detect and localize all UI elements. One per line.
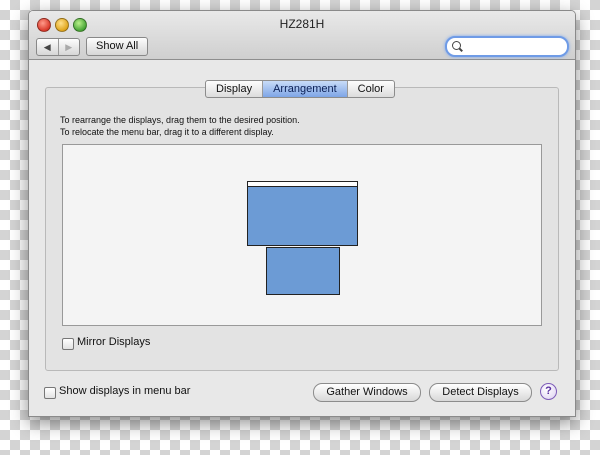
preferences-window: HZ281H ◀ ▶ Show All Display Arrangement … (28, 10, 576, 417)
mirror-displays-label: Mirror Displays (77, 336, 151, 348)
display-arrangement-area (62, 144, 542, 326)
tab-bar: Display Arrangement Color (205, 80, 395, 98)
gather-windows-button[interactable]: Gather Windows (313, 383, 421, 402)
show-displays-in-menu-bar-checkbox[interactable] (44, 387, 56, 399)
instructions: To rearrange the displays, drag them to … (60, 114, 300, 138)
tab-arrangement[interactable]: Arrangement (263, 81, 348, 97)
menu-bar-indicator[interactable] (248, 182, 357, 187)
show-displays-in-menu-bar-label: Show displays in menu bar (59, 385, 191, 397)
detect-displays-button[interactable]: Detect Displays (429, 383, 532, 402)
tab-display[interactable]: Display (206, 81, 264, 97)
back-arrow-icon[interactable]: ◀ (37, 39, 59, 55)
tab-color[interactable]: Color (348, 81, 394, 97)
search-icon (452, 41, 461, 50)
instruction-line-2: To relocate the menu bar, drag it to a d… (60, 127, 274, 137)
search-input[interactable] (465, 39, 564, 55)
forward-arrow-icon[interactable]: ▶ (59, 39, 80, 55)
window-title: HZ281H (279, 17, 325, 31)
show-all-button[interactable]: Show All (86, 37, 149, 56)
mirror-displays-checkbox[interactable] (62, 338, 74, 350)
search-field[interactable] (445, 36, 569, 57)
secondary-display[interactable] (266, 247, 340, 295)
help-icon[interactable]: ? (540, 383, 557, 400)
main-display[interactable] (247, 181, 358, 246)
title-bar: HZ281H ◀ ▶ Show All (29, 11, 575, 60)
nav-buttons: ◀ ▶ (36, 38, 80, 56)
instruction-line-1: To rearrange the displays, drag them to … (60, 115, 300, 125)
